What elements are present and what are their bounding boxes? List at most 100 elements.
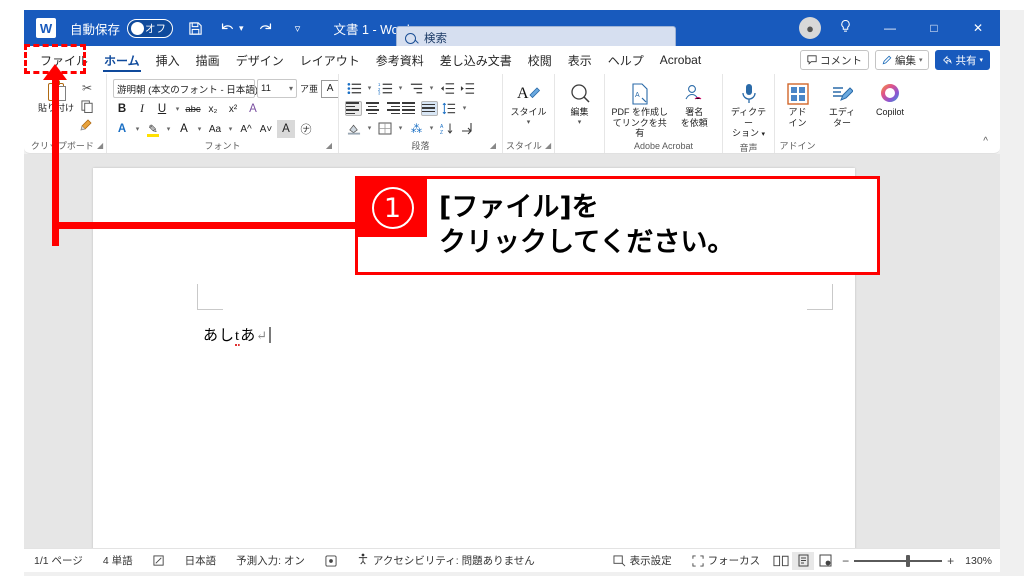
borders-icon[interactable] (376, 119, 394, 137)
line-spacing-caret-icon[interactable]: ▾ (460, 104, 469, 112)
print-layout-icon[interactable] (792, 551, 815, 570)
cut-icon[interactable]: ✂ (78, 80, 96, 96)
superscript-button[interactable]: x² (224, 100, 242, 118)
redo-icon[interactable] (256, 16, 276, 40)
editor-button[interactable]: エディ ター (826, 77, 858, 128)
quick-access-more-icon[interactable]: ▿ (288, 16, 308, 40)
phonetic-guide-icon[interactable]: ア亜 (299, 80, 319, 98)
bullet-list-icon[interactable] (345, 79, 363, 97)
tab-review[interactable]: 校閲 (520, 47, 560, 73)
share-button[interactable]: 共有 ▾ (935, 50, 990, 70)
text-effects-caret-icon[interactable]: ▾ (133, 125, 142, 133)
show-formatting-marks-icon[interactable]: ⁂ (407, 119, 425, 137)
text-prediction-icon[interactable] (315, 554, 347, 567)
justify-icon[interactable] (402, 101, 419, 116)
text-highlight-caret-icon[interactable]: ▾ (164, 125, 173, 133)
editing-mode-caret-icon[interactable]: ▾ (919, 56, 923, 64)
align-right-icon[interactable] (383, 101, 400, 116)
tab-references[interactable]: 参考資料 (368, 47, 432, 73)
clear-formatting-icon[interactable]: A (244, 100, 262, 118)
status-word-count[interactable]: 4 単語 (93, 553, 143, 568)
change-case-caret-icon[interactable]: ▾ (226, 125, 235, 133)
styles-dialog-launcher-icon[interactable]: ◢ (545, 139, 551, 153)
italic-button[interactable]: I (133, 100, 151, 118)
proofing-errors-icon[interactable] (143, 554, 175, 567)
zoom-slider-thumb[interactable] (906, 554, 911, 567)
sort-icon[interactable]: AZ (438, 119, 456, 137)
text-effects-button[interactable]: A (113, 120, 131, 138)
clipboard-dialog-launcher-icon[interactable]: ◢ (97, 139, 103, 153)
tab-layout[interactable]: レイアウト (292, 47, 368, 73)
save-icon[interactable] (185, 16, 205, 40)
styles-caret-icon[interactable]: ▾ (527, 118, 531, 126)
editing-button[interactable]: 編集 ▾ (561, 77, 598, 126)
undo-dropdown-caret-icon[interactable]: ▾ (239, 23, 244, 34)
distribute-icon[interactable] (421, 100, 438, 116)
increase-indent-icon[interactable] (458, 79, 476, 97)
tab-home[interactable]: ホーム (96, 47, 148, 73)
zoom-out-button[interactable]: − (842, 554, 849, 568)
status-page-count[interactable]: 1/1 ページ (24, 553, 93, 568)
zoom-slider-track[interactable] (854, 554, 943, 567)
copilot-button[interactable]: Copilot (870, 77, 910, 118)
editing-mode-button[interactable]: 編集 ▾ (874, 50, 930, 70)
numbered-list-caret-icon[interactable]: ▾ (396, 84, 405, 92)
shrink-font-button[interactable]: A˅ (257, 120, 275, 138)
undo-icon[interactable] (217, 16, 237, 40)
maximize-button[interactable]: □ (912, 10, 956, 46)
character-shading-button[interactable]: A (277, 120, 295, 138)
align-center-icon[interactable] (364, 101, 381, 116)
tab-design[interactable]: デザイン (228, 47, 292, 73)
show-marks-caret-icon[interactable]: ▾ (427, 124, 436, 132)
focus-mode-button[interactable]: フォーカス (682, 553, 771, 568)
tab-insert[interactable]: 挿入 (148, 47, 188, 73)
multilevel-list-icon[interactable] (407, 79, 425, 97)
addins-button[interactable]: アド イン (781, 77, 814, 128)
font-color-button[interactable]: A (175, 120, 193, 138)
underline-caret-icon[interactable]: ▾ (173, 105, 182, 113)
paragraph-mark-icon[interactable] (458, 119, 476, 137)
font-size-caret-icon[interactable]: ▾ (289, 84, 293, 93)
numbered-list-icon[interactable]: 123 (376, 79, 394, 97)
enclose-character-button[interactable]: ㋤ (297, 120, 315, 138)
underline-button[interactable]: U (153, 100, 171, 118)
minimize-button[interactable]: — (868, 10, 912, 46)
document-body-text[interactable]: あしtあ↵ (203, 324, 271, 346)
comments-button[interactable]: コメント (799, 50, 869, 70)
autosave-toggle[interactable]: オフ (127, 18, 174, 38)
zoom-in-button[interactable]: + (947, 554, 954, 568)
borders-caret-icon[interactable]: ▾ (396, 124, 405, 132)
zoom-level-label[interactable]: 130% (965, 555, 992, 567)
editing-caret-icon[interactable]: ▾ (578, 118, 582, 126)
bullet-list-caret-icon[interactable]: ▾ (365, 84, 374, 92)
copy-icon[interactable] (78, 98, 96, 114)
tab-help[interactable]: ヘルプ (600, 47, 652, 73)
font-color-caret-icon[interactable]: ▾ (195, 125, 204, 133)
account-avatar-icon[interactable]: ● (799, 17, 821, 39)
character-border-icon[interactable]: A (321, 79, 340, 98)
status-accessibility[interactable]: アクセシビリティ: 問題ありません (347, 553, 545, 568)
format-painter-icon[interactable] (78, 116, 96, 132)
change-case-button[interactable]: Aa (206, 120, 224, 138)
align-left-icon[interactable] (345, 100, 362, 116)
close-button[interactable]: ✕ (956, 10, 1000, 46)
web-layout-icon[interactable] (814, 552, 836, 570)
line-spacing-icon[interactable] (440, 99, 458, 117)
tab-draw[interactable]: 描画 (188, 47, 228, 73)
paragraph-dialog-launcher-icon[interactable]: ◢ (490, 139, 496, 153)
autosave-control[interactable]: 自動保存 オフ (70, 18, 174, 38)
font-size-combobox[interactable]: 11 ▾ (257, 79, 297, 98)
font-dialog-launcher-icon[interactable]: ◢ (326, 139, 332, 153)
multilevel-list-caret-icon[interactable]: ▾ (427, 84, 436, 92)
read-mode-icon[interactable] (770, 552, 792, 570)
tab-acrobat[interactable]: Acrobat (652, 47, 709, 73)
request-signature-button[interactable]: 署名 を依頼 (672, 77, 716, 128)
status-language[interactable]: 日本語 (175, 553, 227, 568)
tab-mailings[interactable]: 差し込み文書 (432, 47, 520, 73)
status-text-prediction[interactable]: 予測入力: オン (226, 553, 315, 568)
tab-view[interactable]: 表示 (560, 47, 600, 73)
zoom-slider[interactable]: − + 130% (842, 554, 992, 568)
share-caret-icon[interactable]: ▾ (979, 56, 983, 64)
lightbulb-icon[interactable] (839, 19, 852, 37)
create-pdf-share-link-button[interactable]: A PDF を作成し てリンクを共有 (611, 77, 668, 139)
